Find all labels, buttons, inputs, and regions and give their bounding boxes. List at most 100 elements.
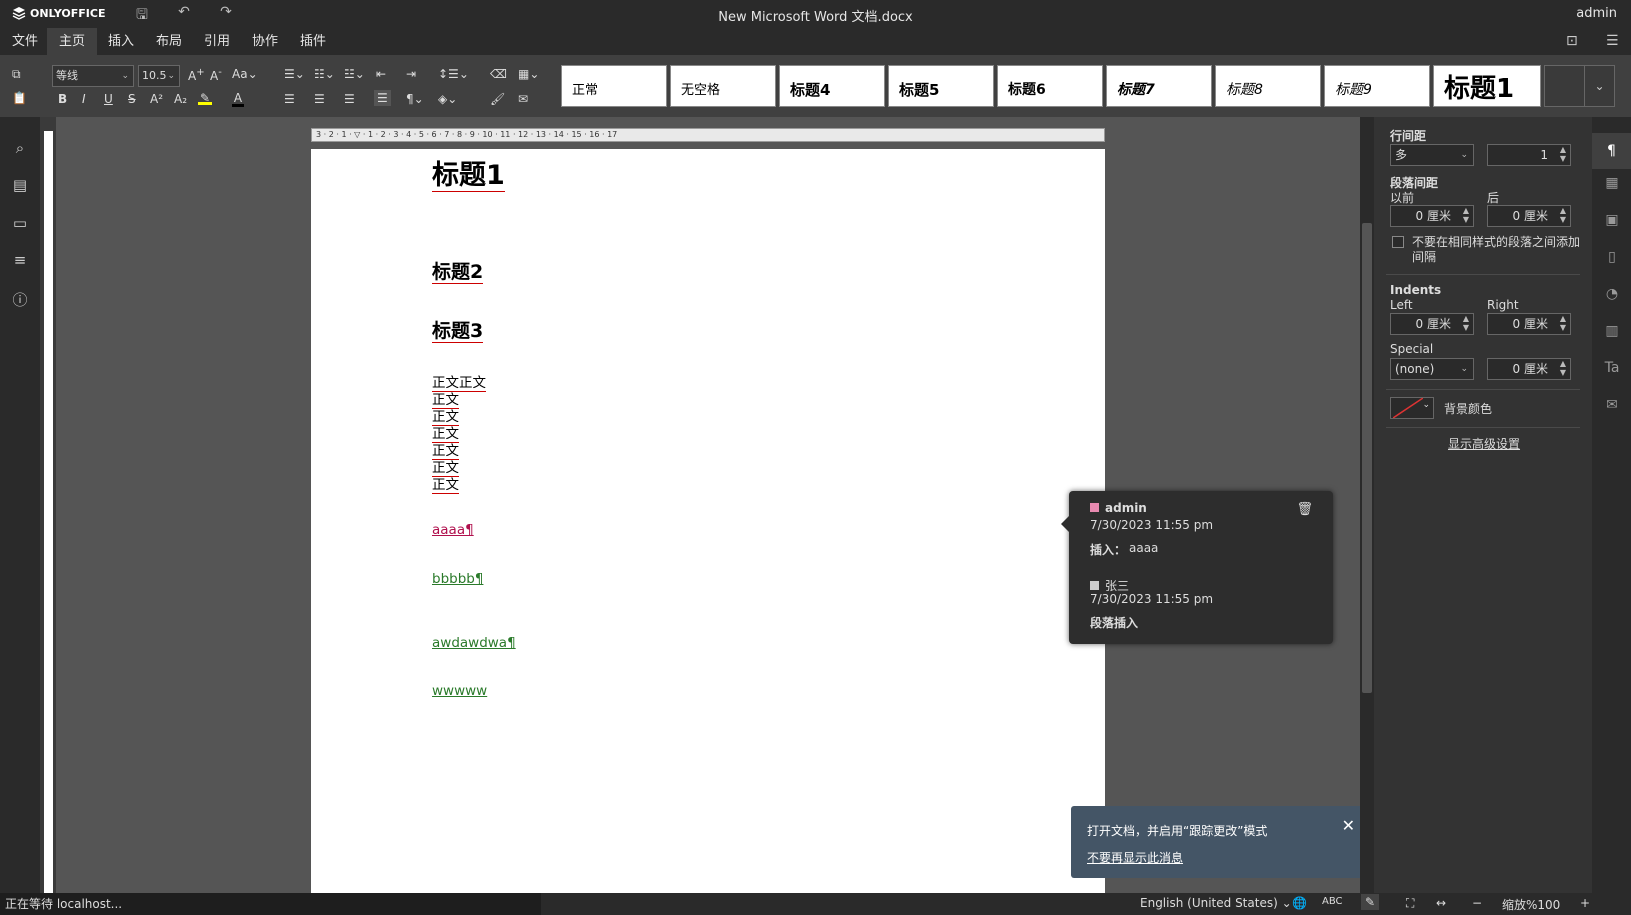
font-name-select[interactable]: 等线 ⌄: [52, 65, 134, 87]
globe-icon[interactable]: 🌐: [1292, 896, 1307, 910]
highlight-color-icon[interactable]: ✎: [198, 91, 212, 105]
paste-icon[interactable]: 📋: [12, 91, 27, 105]
style-no-spacing[interactable]: 无空格: [670, 65, 776, 107]
search-icon[interactable]: ⌕: [10, 139, 30, 159]
inserted-text-aaaa[interactable]: aaaa¶: [432, 522, 474, 538]
user-name[interactable]: admin: [1576, 6, 1617, 21]
redo-icon[interactable]: ↷: [216, 4, 236, 28]
special-indent-input[interactable]: 0 厘米 ▲ ▼: [1487, 358, 1571, 380]
spacing-after-input[interactable]: 0 厘米 ▲ ▼: [1487, 205, 1571, 227]
mail-merge-icon[interactable]: ✉: [518, 92, 528, 106]
multilevel-list-icon[interactable]: ☳⌄: [344, 67, 365, 81]
superscript-icon[interactable]: A²: [150, 92, 163, 106]
special-indent-select[interactable]: (none) ⌄: [1390, 358, 1474, 380]
menu-file[interactable]: 文件: [0, 28, 50, 55]
table-settings-icon[interactable]: ▦: [1602, 175, 1622, 195]
language-select[interactable]: English (United States) ⌄: [1140, 896, 1292, 910]
header-footer-icon[interactable]: ▯: [1602, 249, 1622, 269]
align-center-icon[interactable]: ☰: [314, 92, 325, 106]
strikethrough-icon[interactable]: S: [128, 92, 136, 106]
advanced-settings-link[interactable]: 显示高级设置: [1448, 435, 1520, 452]
open-location-icon[interactable]: ⊡: [1566, 33, 1578, 49]
text-art-icon[interactable]: Ta: [1602, 360, 1622, 380]
spellcheck-icon[interactable]: ABC: [1322, 896, 1343, 907]
align-right-icon[interactable]: ☰: [344, 92, 355, 106]
shape-settings-icon[interactable]: ◔: [1602, 286, 1622, 306]
mail-merge-settings-icon[interactable]: ✉: [1602, 397, 1622, 417]
style-heading8[interactable]: 标题8: [1215, 65, 1321, 107]
heading2[interactable]: 标题2: [432, 257, 484, 284]
delete-icon[interactable]: 🗑: [1296, 502, 1313, 517]
navigation-icon[interactable]: ≡: [10, 251, 30, 271]
align-justify-icon[interactable]: ☰: [374, 90, 391, 106]
no-space-checkbox[interactable]: [1392, 236, 1404, 248]
menu-home[interactable]: 主页: [47, 28, 98, 55]
line-spacing-value-input[interactable]: 1 ▲ ▼: [1487, 144, 1571, 166]
zoom-level[interactable]: 缩放%100: [1502, 896, 1560, 913]
color-scheme-icon[interactable]: ▦⌄: [518, 67, 539, 81]
scrollbar-thumb[interactable]: [1362, 223, 1372, 693]
inserted-text-bbbbb[interactable]: bbbbb¶: [432, 571, 483, 587]
horizontal-ruler[interactable]: 3 · 2 · 1 · ▽ · 1 · 2 · 3 · 4 · 5 · 6 · …: [311, 128, 1105, 142]
menu-layout[interactable]: 布局: [144, 28, 194, 55]
bullet-list-icon[interactable]: ☰⌄: [284, 67, 305, 81]
menu-references[interactable]: 引用: [192, 28, 242, 55]
comments-icon[interactable]: ▤: [10, 176, 30, 196]
increase-indent-icon[interactable]: ⇥: [406, 67, 416, 81]
style-heading7[interactable]: 标题7: [1106, 65, 1212, 107]
italic-icon[interactable]: I: [82, 92, 86, 106]
style-heading1[interactable]: 标题1: [1433, 65, 1541, 107]
menu-collaboration[interactable]: 协作: [240, 28, 290, 55]
style-heading4[interactable]: 标题4: [779, 65, 885, 107]
copy-style-icon[interactable]: 🖌: [490, 92, 505, 106]
chat-icon[interactable]: ▭: [10, 214, 30, 234]
font-size-select[interactable]: 10.5 ⌄: [138, 65, 180, 87]
hamburger-menu-icon[interactable]: ☰: [1606, 33, 1619, 49]
indent-right-input[interactable]: 0 厘米 ▲ ▼: [1487, 313, 1571, 335]
decrease-indent-icon[interactable]: ⇤: [376, 67, 386, 81]
indent-left-input[interactable]: 0 厘米 ▲ ▼: [1390, 313, 1474, 335]
menu-insert[interactable]: 插入: [96, 28, 146, 55]
style-heading9[interactable]: 标题9: [1324, 65, 1430, 107]
copy-icon[interactable]: ⧉: [12, 67, 21, 82]
style-gallery-more[interactable]: ⌄: [1544, 65, 1615, 107]
style-normal[interactable]: 正常: [561, 65, 667, 107]
chart-settings-icon[interactable]: ▥: [1602, 323, 1622, 343]
change-case-icon[interactable]: Aa⌄: [232, 67, 258, 81]
image-settings-icon[interactable]: ▣: [1602, 212, 1622, 232]
body-paragraphs[interactable]: 正文正文 正文 正文 正文 正文 正文 正文: [432, 375, 486, 494]
decrease-font-icon[interactable]: A-: [210, 67, 222, 83]
menu-plugins[interactable]: 插件: [288, 28, 338, 55]
font-color-icon[interactable]: A: [232, 91, 244, 107]
bold-icon[interactable]: B: [58, 92, 67, 106]
save-icon[interactable]: 🖫: [132, 4, 152, 28]
increase-font-icon[interactable]: A+: [188, 67, 205, 83]
vertical-scrollbar[interactable]: [1360, 117, 1374, 893]
paragraph-mark-icon[interactable]: ¶⌄: [406, 92, 424, 106]
chevron-down-icon[interactable]: ⌄: [1584, 66, 1614, 106]
subscript-icon[interactable]: A₂: [174, 92, 187, 106]
track-changes-icon[interactable]: ✎: [1361, 894, 1380, 910]
inserted-text-awdawdwa[interactable]: awdawdwa¶: [432, 635, 516, 651]
fit-width-icon[interactable]: ↔: [1436, 896, 1446, 910]
fit-page-icon[interactable]: ⛶: [1406, 896, 1414, 911]
align-left-icon[interactable]: ☰: [284, 92, 295, 106]
spacing-before-input[interactable]: 0 厘米 ▲ ▼: [1390, 205, 1474, 227]
no-space-checkbox-label[interactable]: 不要在相同样式的段落之间添加间隔: [1412, 235, 1582, 265]
shading-icon[interactable]: ◈⌄: [438, 92, 457, 106]
line-spacing-icon[interactable]: ↕☰⌄: [438, 67, 469, 81]
undo-icon[interactable]: ↶: [174, 4, 194, 28]
heading1[interactable]: 标题1: [432, 153, 505, 192]
paragraph-settings-icon[interactable]: ¶: [1592, 133, 1631, 169]
numbered-list-icon[interactable]: ☷⌄: [314, 67, 335, 81]
style-heading5[interactable]: 标题5: [888, 65, 994, 107]
info-icon[interactable]: ⓘ: [10, 289, 30, 309]
document-page[interactable]: 标题1 标题2 标题3 正文正文 正文 正文 正文 正文 正文 正文 aaaa¶…: [311, 149, 1105, 894]
inserted-text-wwwww[interactable]: wwwww: [432, 683, 487, 699]
line-spacing-type-select[interactable]: 多 ⌄: [1390, 144, 1474, 166]
close-icon[interactable]: ✕: [1342, 816, 1355, 835]
heading3[interactable]: 标题3: [432, 316, 484, 343]
zoom-in-icon[interactable]: +: [1580, 896, 1590, 910]
dont-show-again-link[interactable]: 不要再显示此消息: [1087, 849, 1183, 866]
style-heading6[interactable]: 标题6: [997, 65, 1103, 107]
